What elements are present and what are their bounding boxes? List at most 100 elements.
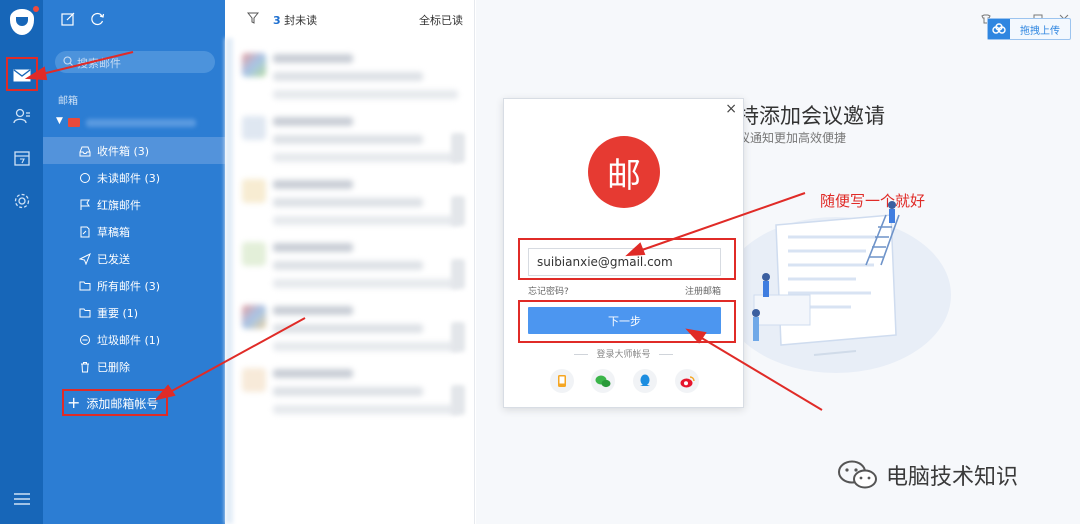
folder-all-mail[interactable]: 所有邮件 (3): [43, 272, 225, 299]
folder-label: 垃圾邮件 (1): [97, 333, 161, 347]
blurred-sender: [273, 117, 353, 126]
app-logo-icon: [10, 9, 34, 35]
blurred-preview: [273, 279, 458, 288]
mail-account-row[interactable]: ▼: [56, 115, 221, 131]
close-icon[interactable]: ×: [725, 101, 737, 117]
search-icon: [63, 56, 74, 67]
drag-upload-button[interactable]: 拖拽上传: [987, 18, 1071, 40]
list-item[interactable]: [239, 113, 469, 173]
folder-panel: 搜索邮件 邮箱 ▼ 收件箱 (3) 未读邮件 (3) 红旗邮件 草稿箱 已发送: [43, 0, 225, 524]
folder-icon: [79, 281, 91, 291]
search-placeholder: 搜索邮件: [77, 57, 121, 70]
folder-inbox[interactable]: 收件箱 (3): [43, 137, 225, 164]
promo-subline: 议通知更加高效便捷: [738, 131, 847, 145]
blurred-subject: [273, 387, 423, 396]
folder-sent[interactable]: 已发送: [43, 245, 225, 272]
annotation-box-add-account: [62, 389, 168, 416]
watermark-text: 电脑技术知识: [886, 465, 1019, 490]
annotation-box-email-field: [518, 238, 736, 280]
blurred-preview: [273, 216, 458, 225]
mark-all-read-button[interactable]: 全标已读: [419, 12, 463, 28]
folder-label: 已发送: [97, 252, 130, 266]
qq-icon[interactable]: [633, 369, 657, 393]
register-link[interactable]: 注册邮箱: [685, 284, 721, 297]
folder-flagged[interactable]: 红旗邮件: [43, 191, 225, 218]
upload-label: 拖拽上传: [1020, 25, 1060, 37]
promo-headline: 持添加会议邀请: [738, 104, 885, 128]
menu-icon[interactable]: [14, 490, 30, 505]
sent-icon: [79, 253, 91, 265]
folder-label: 重要 (1): [97, 306, 139, 320]
compose-icon[interactable]: [61, 11, 79, 29]
folder-drafts[interactable]: 草稿箱: [43, 218, 225, 245]
cloud-icon: [988, 19, 1010, 39]
chevron-down-icon[interactable]: ▼: [56, 116, 63, 126]
contacts-icon[interactable]: [11, 105, 33, 127]
filter-icon[interactable]: [247, 12, 259, 24]
blurred-preview: [273, 90, 458, 99]
main-content: 拖拽上传 持添加会议邀请 议通知更加高效便捷 × 邮 忘记密码?: [476, 0, 1080, 524]
calendar-icon[interactable]: [11, 147, 33, 169]
blurred-sender: [273, 369, 353, 378]
avatar: [242, 179, 266, 203]
blurred-tag: [451, 259, 465, 289]
mail-app-window: 搜索邮件 邮箱 ▼ 收件箱 (3) 未读邮件 (3) 红旗邮件 草稿箱 已发送: [0, 0, 1080, 524]
phone-icon[interactable]: [550, 369, 574, 393]
avatar: [242, 53, 266, 77]
annotation-box-next-button: [518, 300, 736, 343]
blurred-subject: [273, 72, 423, 81]
message-list-header: 3 封未读 全标已读: [225, 0, 475, 38]
blurred-tag: [451, 385, 465, 415]
avatar: [242, 368, 266, 392]
meeting-illustration: [721, 201, 951, 373]
list-item[interactable]: [239, 176, 469, 236]
list-item[interactable]: [239, 239, 469, 299]
unread-icon: [80, 173, 90, 183]
blurred-preview: [273, 342, 458, 351]
logo-character: 邮: [607, 155, 641, 196]
folder-trash[interactable]: 已删除: [43, 353, 225, 380]
blurred-sender: [273, 54, 353, 63]
blurred-sender: [273, 180, 353, 189]
annotation-caption: 随便写一个就好: [820, 192, 926, 210]
account-address-blurred: [86, 119, 196, 127]
spam-icon: [80, 335, 90, 345]
gmail-icon: [68, 118, 80, 127]
refresh-icon[interactable]: [90, 11, 108, 29]
flag-icon: [80, 199, 90, 210]
unread-summary: 3 封未读: [273, 12, 317, 28]
blurred-tag: [451, 196, 465, 226]
avatar: [242, 116, 266, 140]
folder-important[interactable]: 重要 (1): [43, 299, 225, 326]
folder-label: 红旗邮件: [97, 198, 141, 212]
folder-spam[interactable]: 垃圾邮件 (1): [43, 326, 225, 353]
blurred-preview: [273, 405, 458, 414]
unread-suffix: 封未读: [280, 14, 318, 27]
master-login-divider: 登录大师帐号: [504, 347, 743, 360]
icon-rail: [0, 0, 43, 524]
blurred-subject: [273, 198, 423, 207]
avatar: [242, 242, 266, 266]
notification-badge: [33, 6, 39, 12]
mail-app-logo: 邮: [588, 136, 660, 208]
trash-icon: [81, 362, 89, 373]
blurred-tag: [451, 133, 465, 163]
forgot-password-link[interactable]: 忘记密码?: [528, 284, 569, 297]
inbox-icon: [79, 146, 91, 157]
list-item[interactable]: [239, 50, 469, 110]
settings-gear-icon[interactable]: [11, 190, 33, 212]
weibo-icon[interactable]: [675, 369, 699, 393]
wechat-icon[interactable]: [591, 369, 615, 393]
folder-label: 所有邮件 (3): [97, 279, 161, 293]
mailbox-section-label: 邮箱: [58, 96, 78, 107]
list-item[interactable]: [239, 302, 469, 362]
watermark: 电脑技术知识: [836, 458, 1018, 492]
blurred-subject: [273, 135, 423, 144]
folder-label: 草稿箱: [97, 225, 130, 239]
list-item[interactable]: [239, 365, 469, 425]
blurred-sender: [273, 243, 353, 252]
blurred-tag: [451, 322, 465, 352]
folder-unread[interactable]: 未读邮件 (3): [43, 164, 225, 191]
blurred-preview: [273, 153, 458, 162]
search-input[interactable]: 搜索邮件: [55, 51, 215, 73]
